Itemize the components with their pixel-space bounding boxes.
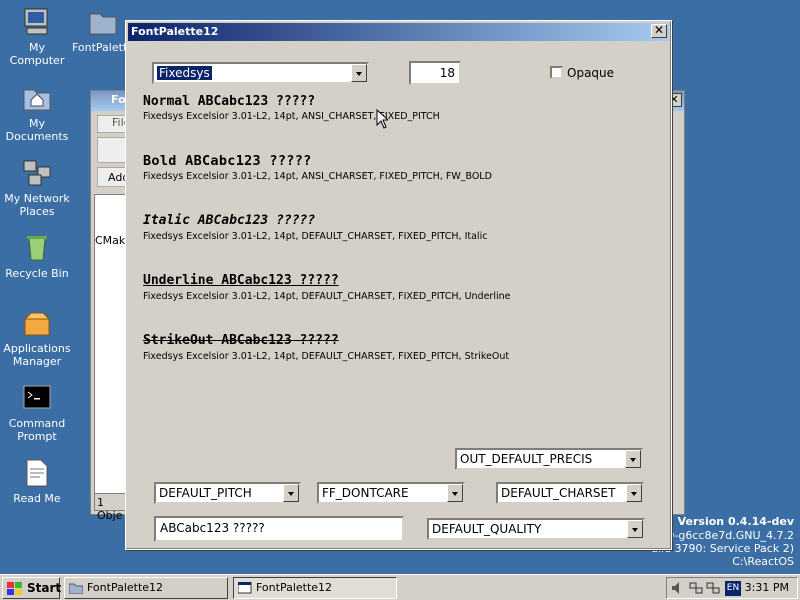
network-icon[interactable] (689, 581, 703, 595)
quality-combo[interactable]: DEFAULT_QUALITY (427, 518, 645, 540)
start-flag-icon (7, 582, 22, 595)
desktop-icon-recycle-bin[interactable]: Recycle Bin (0, 232, 74, 280)
desktop-icon-command-prompt[interactable]: Command Prompt (0, 382, 74, 443)
volume-icon[interactable] (671, 581, 685, 595)
documents-icon (21, 82, 53, 114)
quality-value: DEFAULT_QUALITY (432, 522, 542, 536)
pitch-combo[interactable]: DEFAULT_PITCH (154, 482, 301, 504)
family-value: FF_DONTCARE (322, 486, 409, 500)
pitch-value: DEFAULT_PITCH (159, 486, 252, 500)
folder-icon (69, 583, 83, 594)
window-icon (238, 582, 252, 594)
taskbar-button-fontpalette-window[interactable]: FontPalette12 (233, 577, 397, 599)
sample-text-value: ABCabc123 ????? (160, 521, 265, 535)
sample-underline: Underline ABCabc123 ????? (143, 273, 339, 288)
sample-normal-desc: Fixedsys Excelsior 3.01-L2, 14pt, ANSI_C… (143, 111, 440, 122)
desktop-icon-label: Read Me (13, 492, 61, 505)
version-line-4: C:\ReactOS (732, 555, 794, 568)
dialog-title: FontPalette12 (131, 25, 219, 38)
read-me-icon (21, 457, 53, 489)
out-precision-combo[interactable]: OUT_DEFAULT_PRECIS (455, 448, 643, 470)
mouse-cursor-icon (376, 108, 390, 132)
charset-value: DEFAULT_CHARSET (501, 486, 616, 500)
version-line-1: OS Version 0.4.14-dev (656, 515, 794, 528)
folder-icon (87, 6, 119, 38)
desktop-icon-my-computer[interactable]: My Computer (0, 6, 74, 67)
fontpalette-dialog[interactable]: FontPalette12 ✕ Fixedsys 18 Opaque Norma… (125, 20, 672, 550)
desktop-icon-my-documents[interactable]: My Documents (0, 82, 74, 143)
dialog-title-bar[interactable]: FontPalette12 ✕ (128, 23, 669, 41)
opaque-checkbox[interactable]: Opaque (550, 66, 614, 80)
network-icon (21, 157, 53, 189)
version-line-2: 360-g6cc8e7d.GNU_4.7.2 (653, 529, 794, 542)
computer-icon (21, 6, 53, 38)
family-combo[interactable]: FF_DONTCARE (317, 482, 465, 504)
start-button[interactable]: Start (2, 577, 62, 599)
taskbar: Start FontPalette12 FontPalette12 EN 3:3… (0, 574, 800, 600)
background-status-bar: 1 Obje (94, 493, 128, 522)
recycle-bin-icon (21, 232, 53, 264)
back-arrow-icon[interactable] (97, 137, 127, 163)
desktop-icon-label: My Computer (9, 41, 65, 67)
command-prompt-icon (21, 382, 53, 414)
font-name-combo[interactable]: Fixedsys (152, 62, 369, 84)
desktop-icon-label: My Documents (5, 117, 69, 143)
desktop-icon-label: My Network Places (4, 192, 70, 218)
font-name-value: Fixedsys (157, 66, 212, 80)
chevron-down-icon[interactable] (447, 484, 463, 502)
sample-italic: Italic ABCabc123 ????? (143, 213, 316, 228)
charset-combo[interactable]: DEFAULT_CHARSET (496, 482, 644, 504)
chevron-down-icon[interactable] (625, 450, 641, 468)
network-icon[interactable] (706, 581, 720, 595)
sample-bold: Bold ABCabc123 ????? (143, 153, 312, 169)
system-tray: EN 3:31 PM (666, 577, 798, 599)
desktop-icon-label: Applications Manager (3, 342, 71, 368)
background-menu-file[interactable]: File (97, 115, 130, 133)
sample-normal: Normal ABCabc123 ????? (143, 94, 316, 109)
start-label: Start (27, 581, 62, 595)
desktop-icon-network[interactable]: My Network Places (0, 157, 74, 218)
out-precision-value: OUT_DEFAULT_PRECIS (460, 452, 593, 466)
sample-text-field[interactable]: ABCabc123 ????? (154, 516, 404, 542)
font-size-field[interactable]: 18 (409, 61, 461, 85)
taskbar-button-label: FontPalette12 (256, 581, 333, 594)
background-add-button[interactable]: Add (97, 167, 129, 187)
chevron-down-icon[interactable] (351, 64, 367, 82)
language-indicator[interactable]: EN (725, 581, 741, 596)
chevron-down-icon[interactable] (627, 520, 643, 538)
taskbar-button-label: FontPalette12 (87, 581, 164, 594)
sample-underline-desc: Fixedsys Excelsior 3.01-L2, 14pt, DEFAUL… (143, 291, 511, 302)
desktop-icon-read-me[interactable]: Read Me (0, 457, 74, 505)
sample-strikeout: StrikeOut ABCabc123 ????? (143, 333, 339, 348)
sample-italic-desc: Fixedsys Excelsior 3.01-L2, 14pt, DEFAUL… (143, 231, 488, 242)
desktop-icon-applications-manager[interactable]: Applications Manager (0, 307, 74, 368)
desktop-icon-label: Command Prompt (8, 417, 66, 443)
opaque-label: Opaque (567, 66, 615, 80)
taskbar-button-fontpalette-folder[interactable]: FontPalette12 (64, 577, 228, 599)
checkbox-box[interactable] (550, 66, 563, 79)
clock[interactable]: 3:31 PM (745, 581, 789, 594)
version-line-3: uild 3790: Service Pack 2) (651, 542, 794, 555)
chevron-down-icon[interactable] (626, 484, 642, 502)
chevron-down-icon[interactable] (283, 484, 299, 502)
font-size-value: 18 (439, 66, 455, 80)
close-button[interactable]: ✕ (651, 24, 667, 38)
sample-strikeout-desc: Fixedsys Excelsior 3.01-L2, 14pt, DEFAUL… (143, 351, 510, 362)
desktop-icon-label: Recycle Bin (5, 267, 69, 280)
applications-manager-icon (21, 307, 53, 339)
sample-bold-desc: Fixedsys Excelsior 3.01-L2, 14pt, ANSI_C… (143, 171, 492, 182)
